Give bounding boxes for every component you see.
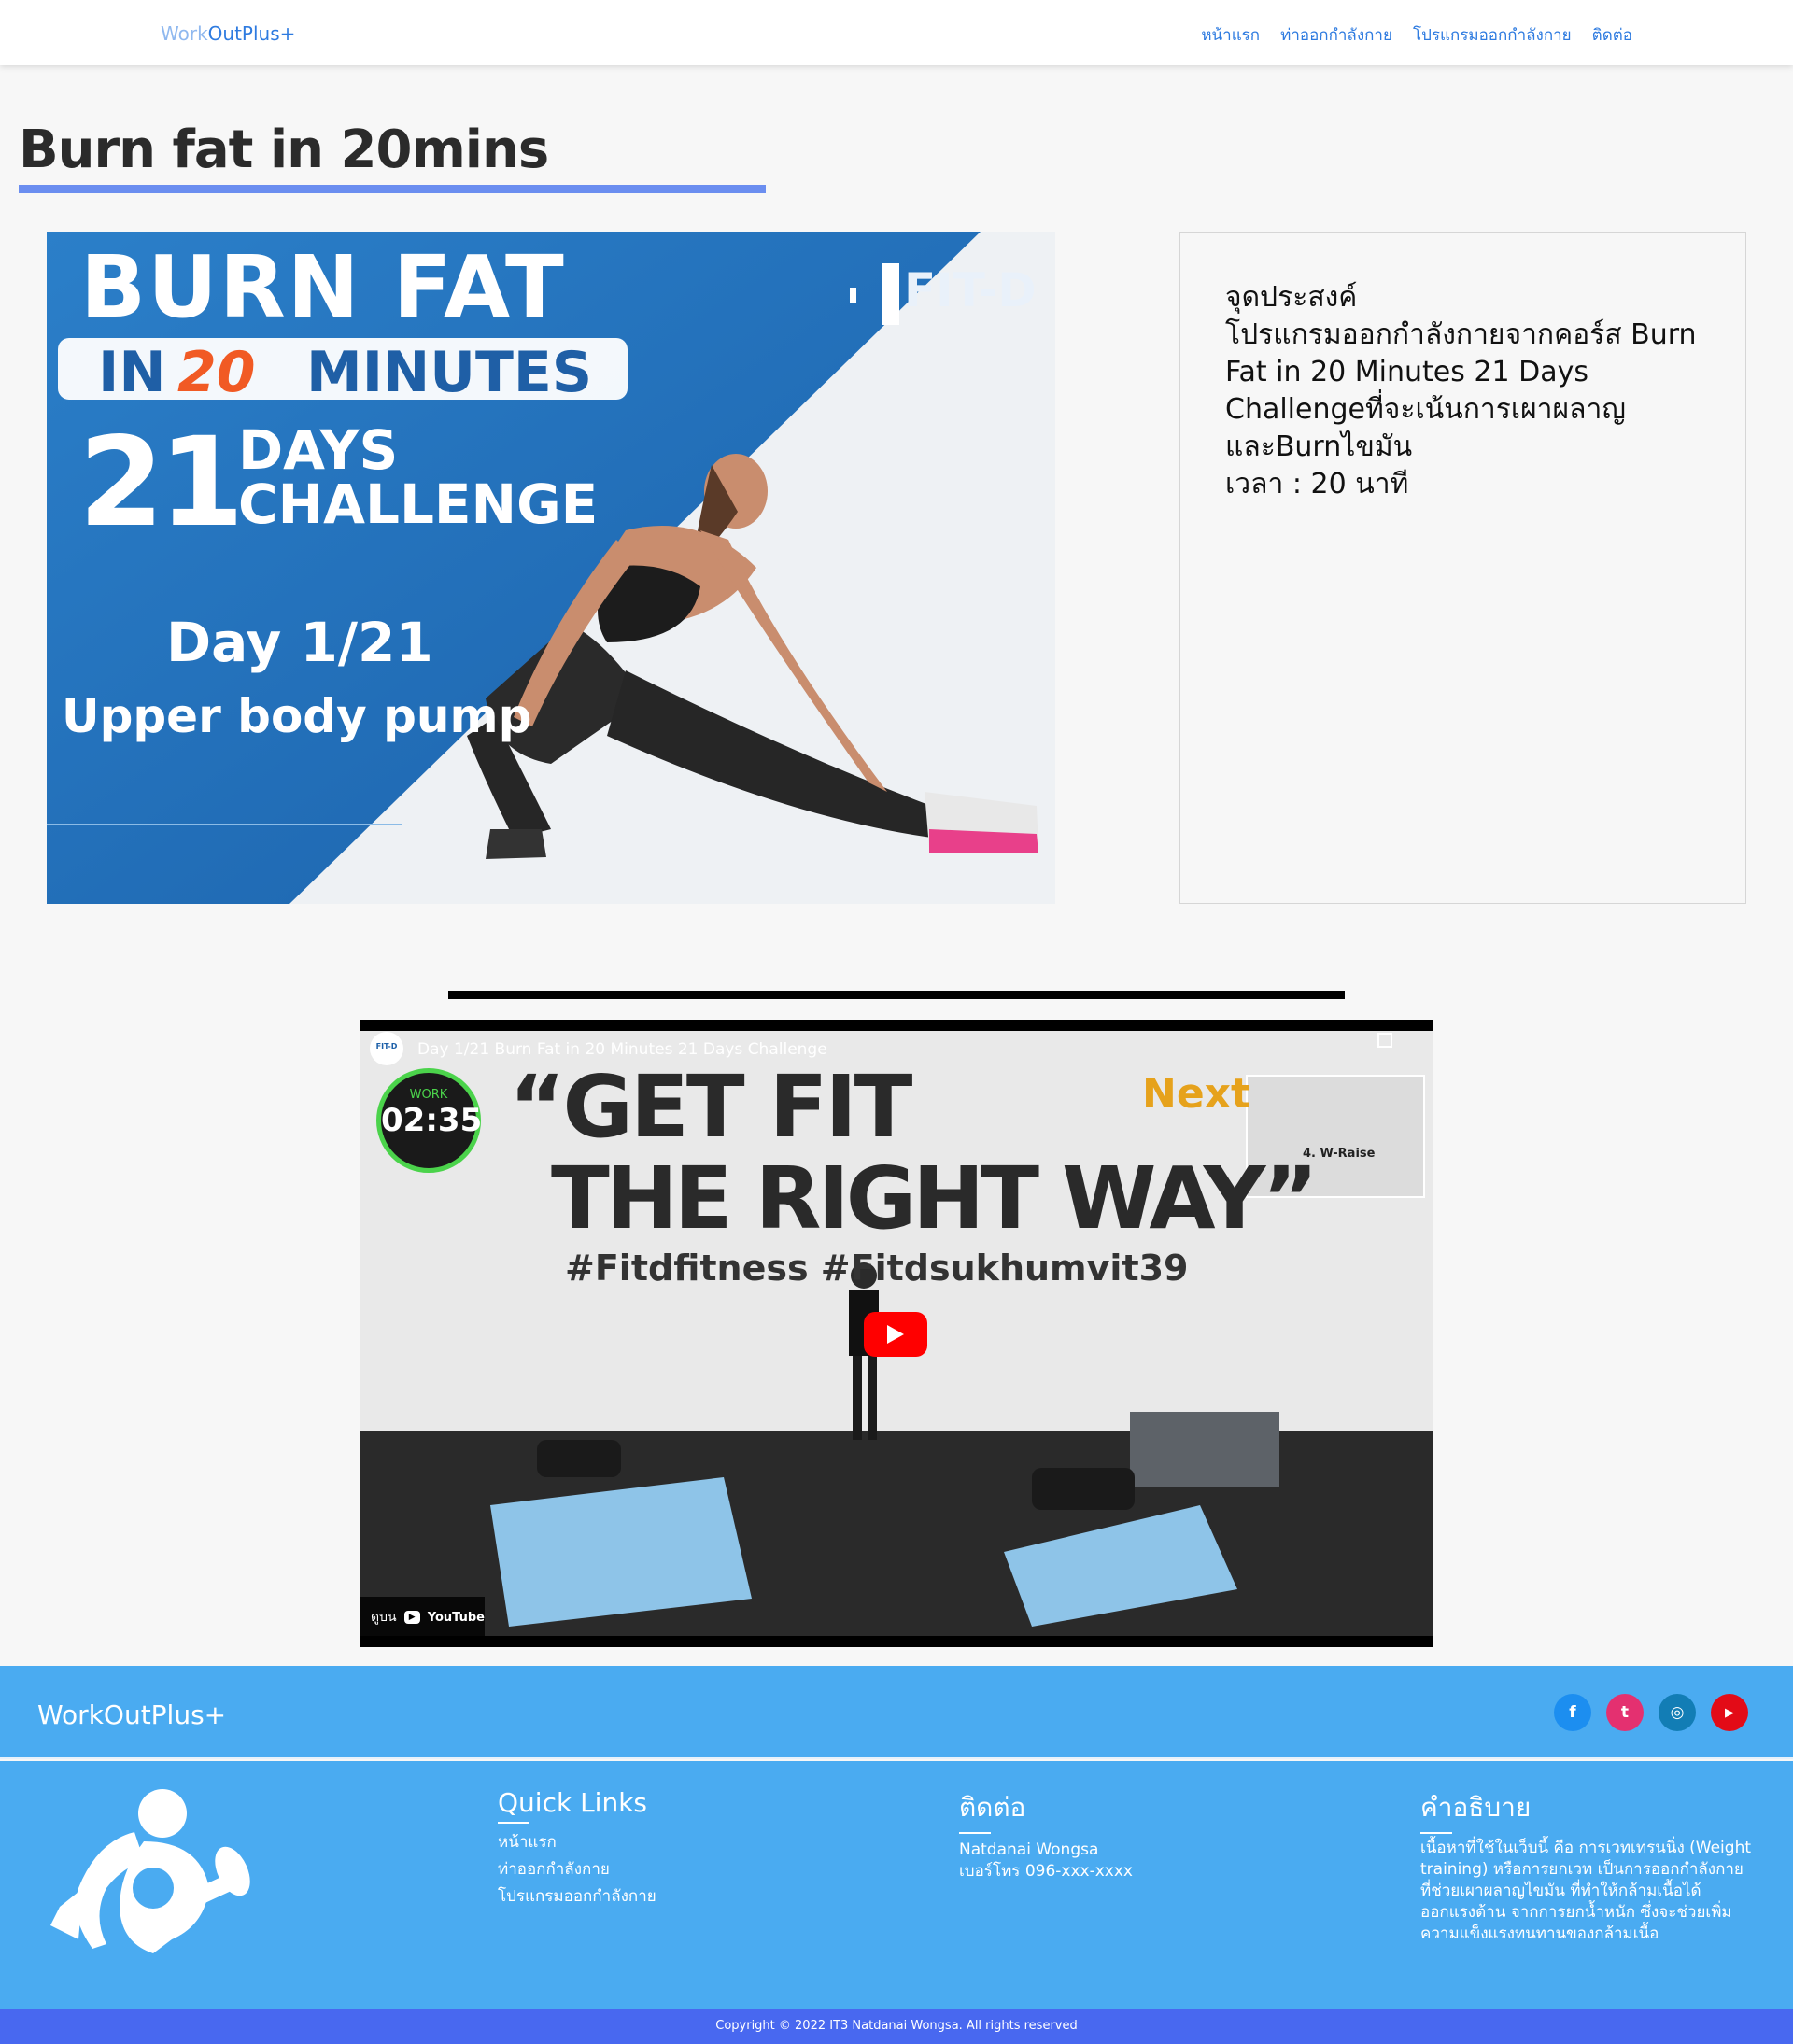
timer-label: WORK: [409, 1088, 448, 1102]
copyright-text: Copyright © 2022 IT3 Natdanai Wongsa. Al…: [715, 2019, 1078, 2033]
twitter-icon[interactable]: t: [1606, 1694, 1644, 1731]
bodybuilder-logo-icon: [50, 1789, 250, 1953]
program-cover-image: BURN FAT IN 20 MINUTES 21 DAYS CHALLENGE…: [47, 232, 1055, 904]
social-links: f t ◎ ▶: [1554, 1694, 1748, 1731]
watch-on-label: ดูบน: [371, 1610, 397, 1625]
cover-day-label: Day 1/21: [166, 611, 433, 674]
brand-logo[interactable]: WorkOutPlus+: [161, 22, 295, 45]
nav-link-home[interactable]: หน้าแรก: [1201, 22, 1260, 48]
nav-link-programs[interactable]: โปรแกรมออกกำลังกาย: [1413, 22, 1572, 48]
about-text: เนื้อหาที่ใช้ในเว็บนี้ คือ การเวทเทรนนิ่…: [1420, 1839, 1752, 1943]
instagram-icon[interactable]: ◎: [1659, 1694, 1696, 1731]
play-button[interactable]: [864, 1312, 927, 1357]
poster-line-2: THE RIGHT WAY”: [551, 1149, 1319, 1248]
page-title: Burn fat in 20mins: [19, 120, 549, 180]
contact-name: Natdanai Wongsa: [959, 1840, 1099, 1859]
title-underline: [19, 185, 766, 193]
footer-main: Quick Links หน้าแรก ท่าออกกำลังกาย โปรแก…: [0, 1761, 1793, 2009]
youtube-label: YouTube: [427, 1610, 485, 1625]
channel-avatar[interactable]: FIT-D: [373, 1042, 401, 1050]
cover-title-line1: BURN FAT: [80, 237, 566, 337]
about-title: คำอธิบาย: [1420, 1787, 1753, 1834]
footer-quick-links: Quick Links หน้าแรก ท่าออกกำลังกาย โปรแก…: [498, 1787, 656, 1910]
workout-timer: WORK 02:35: [376, 1068, 483, 1173]
watch-on-youtube[interactable]: ดูบน ▶ YouTube: [360, 1597, 485, 1638]
youtube-logo-icon: ▶: [403, 1611, 420, 1624]
description-text: โปรแกรมออกกำลังกายจากคอร์ส Burn Fat in 2…: [1225, 318, 1697, 463]
nav-link-contact[interactable]: ติดต่อ: [1592, 22, 1632, 48]
poster-tags: #Fitdfitness #Fitdsukhumvit39: [565, 1248, 1189, 1289]
nav-link-exercises[interactable]: ท่าออกกำลังกาย: [1280, 22, 1392, 48]
brand-part-2: OutPlus+: [207, 22, 296, 45]
next-caption: 4. W-Raise: [1303, 1147, 1376, 1161]
next-label: Next: [1142, 1070, 1251, 1118]
navbar: WorkOutPlus+ หน้าแรก ท่าออกกำลังกาย โปรแ…: [0, 0, 1793, 65]
section-divider: [448, 991, 1345, 999]
copyright-bar: Copyright © 2022 IT3 Natdanai Wongsa. Al…: [0, 2009, 1793, 2044]
video-title[interactable]: Day 1/21 Burn Fat in 20 Minutes 21 Days …: [417, 1040, 827, 1059]
footer-brand[interactable]: WorkOutPlus+: [37, 1699, 226, 1730]
cover-days-number: 21: [78, 411, 245, 555]
youtube-icon[interactable]: ▶: [1711, 1694, 1748, 1731]
cover-subtitle: Upper body pump: [62, 689, 532, 743]
youtube-video-embed[interactable]: FIT-D Day 1/21 Burn Fat in 20 Minutes 21…: [360, 1020, 1433, 1647]
cover-challenge-word: CHALLENGE: [238, 472, 599, 536]
play-icon: [887, 1325, 904, 1344]
contact-phone: เบอร์โทร 096-xxx-xxxx: [959, 1862, 1133, 1881]
description-time: เวลา : 20 นาที: [1225, 468, 1409, 500]
cover-title-20: 20: [177, 340, 256, 405]
brand-part-1: Work: [161, 22, 208, 45]
program-description: จุดประสงค์ โปรแกรมออกกำลังกายจากคอร์ส Bu…: [1179, 232, 1746, 904]
timer-value: 02:35: [381, 1102, 483, 1139]
nav-links: หน้าแรก ท่าออกกำลังกาย โปรแกรมออกกำลังกา…: [1201, 22, 1632, 48]
quick-links-title: Quick Links: [498, 1787, 656, 1824]
poster-line-1: “GET FIT: [509, 1057, 912, 1157]
footer-link-home[interactable]: หน้าแรก: [498, 1829, 656, 1856]
cover-brand: FIT-D: [904, 263, 1037, 317]
copy-link-icon[interactable]: [1377, 1033, 1392, 1048]
footer-about: คำอธิบาย เนื้อหาที่ใช้ในเว็บนี้ คือ การเ…: [1420, 1787, 1753, 1945]
footer-header: WorkOutPlus+ f t ◎ ▶: [0, 1666, 1793, 1759]
facebook-icon[interactable]: f: [1554, 1694, 1591, 1731]
cover-title-in: IN: [98, 340, 166, 405]
contact-title: ติดต่อ: [959, 1787, 1133, 1834]
footer-link-programs[interactable]: โปรแกรมออกกำลังกาย: [498, 1883, 656, 1910]
description-heading: จุดประสงค์: [1225, 281, 1358, 314]
footer-link-exercises[interactable]: ท่าออกกำลังกาย: [498, 1856, 656, 1883]
cover-title-minutes: MINUTES: [306, 340, 593, 405]
footer-contact: ติดต่อ Natdanai Wongsa เบอร์โทร 096-xxx-…: [959, 1787, 1133, 1882]
